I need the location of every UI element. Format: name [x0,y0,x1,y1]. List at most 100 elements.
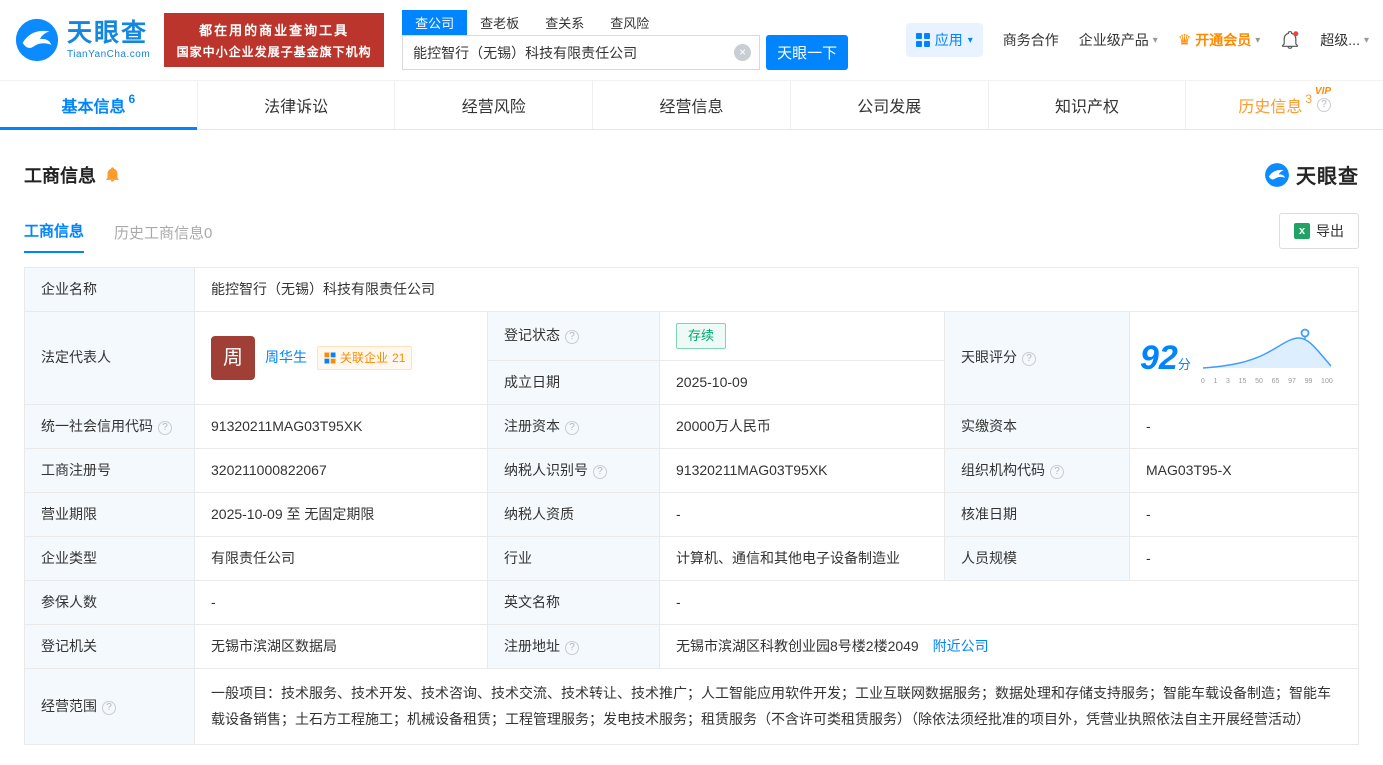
logo-subtitle: TianYanCha.com [67,49,150,60]
taxpayer-id-label: 纳税人识别号? [488,448,660,492]
score-chart: 0131550659799100 [1201,328,1333,388]
search-button[interactable]: 天眼一下 [766,35,848,70]
vip-badge: VIP [1315,86,1331,97]
help-icon[interactable]: ? [593,465,607,479]
score-cell[interactable]: 92分 0131550659799100 [1130,312,1359,405]
search-tab-risk[interactable]: 查风险 [597,10,662,35]
table-row: 法定代表人 周 周华生 关联企业 21 登记状态? 存续 [25,312,1359,361]
promo-banner: 都在用的商业查询工具 国家中小企业发展子基金旗下机构 [164,13,384,67]
related-companies-icon [324,352,336,364]
company-page-tabs: 基本信息6 法律诉讼 经营风险 经营信息 公司发展 知识产权 VIP 历史信息3… [0,80,1383,130]
tab-history-info[interactable]: VIP 历史信息3 ? [1186,81,1383,129]
table-row: 企业类型 有限责任公司 行业 计算机、通信和其他电子设备制造业 人员规模 - [25,536,1359,580]
tab-basic-info[interactable]: 基本信息6 [0,81,198,129]
username: 超级... [1320,30,1360,50]
logo-title: 天眼查 [67,21,150,46]
reg-address-label: 注册地址? [488,624,660,668]
staff-size-value: - [1130,536,1359,580]
nav-cooperation[interactable]: 商务合作 [1003,30,1059,50]
industry-label: 行业 [488,536,660,580]
tab-company-development[interactable]: 公司发展 [791,81,989,129]
establish-date-value: 2025-10-09 [660,360,945,404]
tianyancha-watermark-icon [1264,162,1290,188]
insured-count-value: - [195,580,488,624]
search-tab-company[interactable]: 查公司 [402,10,467,35]
help-icon[interactable]: ? [565,421,579,435]
legal-rep-avatar[interactable]: 周 [211,336,255,380]
help-icon[interactable]: ? [1022,352,1036,366]
crown-icon: ♛ [1178,31,1191,49]
tab-intellectual-property[interactable]: 知识产权 [989,81,1187,129]
export-button[interactable]: x 导出 [1279,213,1359,249]
reg-number-value: 320211000822067 [195,448,488,492]
search-input[interactable] [402,35,760,70]
nearby-companies-link[interactable]: 附近公司 [933,638,989,654]
tianyancha-logo-icon [14,17,60,63]
subtab-history-registration[interactable]: 历史工商信息0 [114,222,212,253]
search-tabs: 查公司 查老板 查关系 查风险 [402,10,848,35]
business-info-subtabs: 工商信息 历史工商信息0 x 导出 [24,213,1359,253]
table-row: 统一社会信用代码? 91320211MAG03T95XK 注册资本? 20000… [25,404,1359,448]
apps-menu[interactable]: 应用 ▾ [906,23,983,57]
industry-value: 计算机、通信和其他电子设备制造业 [660,536,945,580]
help-icon[interactable]: ? [1050,465,1064,479]
taxpayer-qualification-value: - [660,492,945,536]
english-name-label: 英文名称 [488,580,660,624]
search-area: 查公司 查老板 查关系 查风险 × 天眼一下 [402,10,848,70]
header-nav: 应用 ▾ 商务合作 企业级产品 ▾ ♛ 开通会员 ▾ 超级... ▾ [906,23,1369,57]
tab-business-info[interactable]: 经营信息 [593,81,791,129]
help-icon[interactable]: ? [565,641,579,655]
paid-capital-label: 实缴资本 [945,404,1130,448]
search-tab-relation[interactable]: 查关系 [532,10,597,35]
staff-size-label: 人员规模 [945,536,1130,580]
apps-label: 应用 [935,30,963,50]
company-name-value: 能控智行（无锡）科技有限责任公司 [195,268,1359,312]
search-tab-boss[interactable]: 查老板 [467,10,532,35]
top-header: 天眼查 TianYanCha.com 都在用的商业查询工具 国家中小企业发展子基… [0,0,1383,80]
nav-enterprise-products[interactable]: 企业级产品 ▾ [1079,30,1158,50]
table-row: 工商注册号 320211000822067 纳税人识别号? 91320211MA… [25,448,1359,492]
reg-capital-label: 注册资本? [488,404,660,448]
tab-legal-proceedings[interactable]: 法律诉讼 [198,81,396,129]
chevron-down-icon: ▾ [968,35,973,46]
reg-capital-value: 20000万人民币 [660,404,945,448]
org-code-value: MAG03T95-X [1130,448,1359,492]
subscribe-bell-icon[interactable] [104,166,121,183]
watermark-brand-text: 天眼查 [1296,160,1359,189]
score-value: 92 [1140,339,1178,377]
business-term-value: 2025-10-09 至 无固定期限 [195,492,488,536]
subtab-current-registration[interactable]: 工商信息 [24,220,84,253]
chevron-down-icon: ▾ [1364,35,1369,46]
help-icon[interactable]: ? [102,701,116,715]
help-icon[interactable]: ? [158,421,172,435]
chevron-down-icon: ▾ [1255,35,1260,46]
reg-number-label: 工商注册号 [25,448,195,492]
taxpayer-qualification-label: 纳税人资质 [488,492,660,536]
score-axis: 0131550659799100 [1201,377,1333,388]
legal-rep-cell: 周 周华生 关联企业 21 [195,312,488,405]
table-row: 参保人数 - 英文名称 - [25,580,1359,624]
tianyancha-logo[interactable]: 天眼查 TianYanCha.com [14,17,150,63]
user-menu[interactable]: 超级... ▾ [1320,30,1369,50]
apps-grid-icon [916,33,930,47]
legal-rep-name-link[interactable]: 周华生 [265,347,307,368]
table-row: 营业期限 2025-10-09 至 无固定期限 纳税人资质 - 核准日期 - [25,492,1359,536]
credit-code-label: 统一社会信用代码? [25,404,195,448]
tab-business-risk[interactable]: 经营风险 [395,81,593,129]
help-icon[interactable]: ? [1317,98,1331,112]
business-term-label: 营业期限 [25,492,195,536]
table-row: 经营范围? 一般项目：技术服务、技术开发、技术咨询、技术交流、技术转让、技术推广… [25,668,1359,744]
open-vip-button[interactable]: ♛ 开通会员 ▾ [1178,30,1260,50]
help-icon[interactable]: ? [565,330,579,344]
table-row: 登记机关 无锡市滨湖区数据局 注册地址? 无锡市滨湖区科教创业园8号楼2楼204… [25,624,1359,668]
taxpayer-id-value: 91320211MAG03T95XK [660,448,945,492]
notification-bell-icon[interactable] [1280,30,1300,50]
approval-date-label: 核准日期 [945,492,1130,536]
related-companies-badge[interactable]: 关联企业 21 [317,346,412,370]
promo-banner-line2: 国家中小企业发展子基金旗下机构 [170,43,378,60]
establish-date-label: 成立日期 [488,360,660,404]
main-content: 工商信息 天眼查 工商信息 历史工商信息0 x 导出 企业名称 能控智行 [0,160,1383,765]
company-type-label: 企业类型 [25,536,195,580]
company-type-value: 有限责任公司 [195,536,488,580]
excel-icon: x [1294,223,1310,239]
